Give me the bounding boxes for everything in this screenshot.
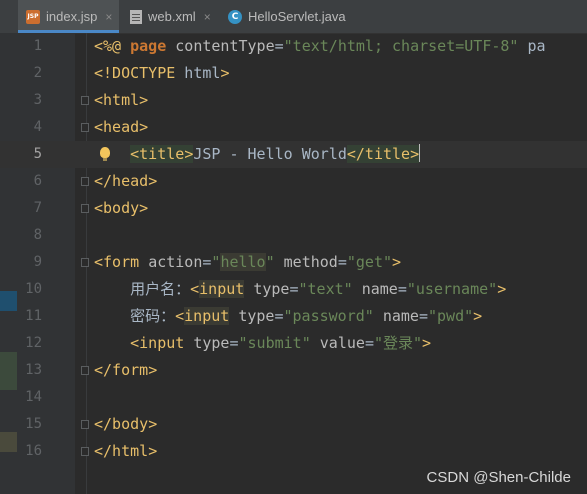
tab-label: web.xml [148,9,196,24]
line-number: 3 [33,92,42,108]
code-text: </form> [94,361,158,379]
tab-label: HelloServlet.java [248,9,346,24]
line-number: 8 [33,227,42,243]
code-text: <body> [94,199,149,217]
line-number: 10 [25,281,42,297]
code-text: </body> [94,415,158,433]
fold-marker-icon[interactable] [81,420,89,429]
tab-web-xml[interactable]: web.xml × [124,0,217,33]
code-text: <%@ page contentType="text/html; charset… [94,37,546,55]
code-line[interactable]: 11 密码：<input type="password" name="pwd"> [0,303,587,330]
watermark: CSDN @Shen-Childe [426,469,571,486]
code-line[interactable]: 15 </body> [0,411,587,438]
code-line[interactable]: 4 <head> [0,114,587,141]
text-caret [419,144,421,162]
fold-marker-icon[interactable] [81,258,89,267]
code-text: 用户名：<input type="text" name="username"> [94,280,507,298]
tab-label: index.jsp [46,9,98,24]
code-line[interactable]: 3 <html> [0,87,587,114]
code-line[interactable]: 13 </form> [0,357,587,384]
fold-marker-icon[interactable] [81,177,89,186]
code-line[interactable]: 14 [0,384,587,411]
editor-tab-bar: JSP index.jsp × web.xml × C HelloServlet… [0,0,587,34]
close-icon[interactable]: × [105,10,112,24]
close-icon[interactable]: × [204,10,211,24]
code-line[interactable]: 9 <form action="hello" method="get"> [0,249,587,276]
code-text: </head> [94,172,158,190]
line-number: 13 [25,362,42,378]
code-line[interactable]: 8 [0,222,587,249]
line-number: 4 [33,119,42,135]
line-number: 12 [25,335,42,351]
fold-marker-icon[interactable] [81,447,89,456]
fold-marker-icon[interactable] [81,204,89,213]
line-number: 9 [33,254,42,270]
code-text: <input type="submit" value="登录"> [130,334,432,352]
jsp-file-icon: JSP [26,9,40,24]
line-number: 11 [25,308,42,324]
xml-file-icon [130,9,142,24]
code-text: <head> [94,118,149,136]
line-number: 6 [33,173,42,189]
code-line[interactable]: 6 </head> [0,168,587,195]
code-line[interactable]: 2 <!DOCTYPE html> [0,60,587,87]
fold-marker-icon[interactable] [81,96,89,105]
code-text: 密码：<input type="password" name="pwd"> [94,307,483,325]
code-text: <title>JSP - Hello World</title> [130,144,421,163]
java-class-icon: C [228,9,242,24]
code-text: </html> [94,442,158,460]
fold-marker-icon[interactable] [81,366,89,375]
line-number: 2 [33,65,42,81]
fold-marker-icon[interactable] [81,123,89,132]
code-line[interactable]: 10 用户名：<input type="text" name="username… [0,276,587,303]
code-text: <!DOCTYPE html> [94,64,230,82]
line-number: 16 [25,443,42,459]
code-line[interactable]: 12 <input type="submit" value="登录"> [0,330,587,357]
code-line[interactable]: 1 <%@ page contentType="text/html; charse… [0,33,587,60]
tab-helloservlet-java[interactable]: C HelloServlet.java [222,0,367,33]
code-text: <form action="hello" method="get"> [94,253,402,271]
code-line[interactable]: 16 </html> [0,438,587,465]
line-number: 7 [33,200,42,216]
tab-index-jsp[interactable]: JSP index.jsp × [18,0,119,33]
line-number: 15 [25,416,42,432]
code-text: <html> [94,91,149,109]
code-line[interactable]: 7 <body> [0,195,587,222]
line-number: 1 [33,38,42,54]
line-number: 5 [33,146,42,162]
line-number: 14 [25,389,42,405]
code-line[interactable]: 5 <title>JSP - Hello World</title> [0,141,587,168]
